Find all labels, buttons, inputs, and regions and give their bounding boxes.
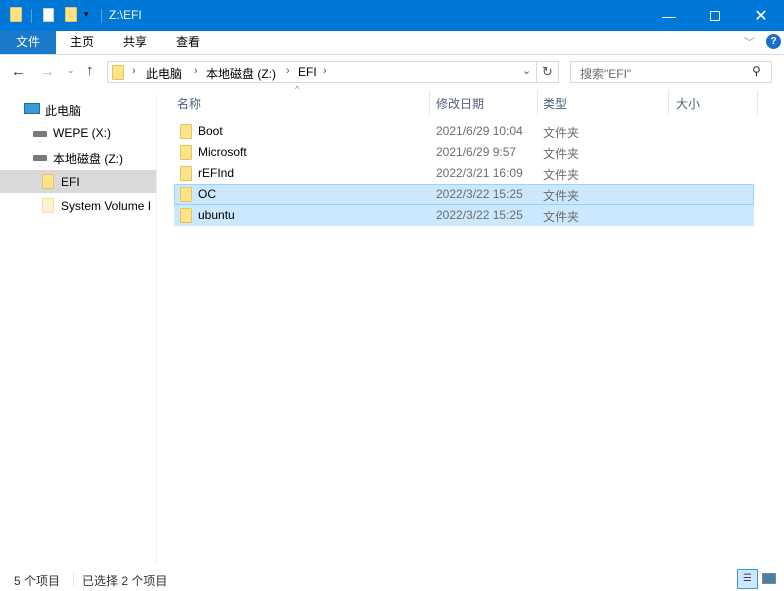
refresh-button[interactable]: ↻ — [537, 61, 559, 83]
nav-item-system-volume[interactable]: System Volume I — [42, 198, 156, 216]
column-header-name[interactable]: 名称 — [177, 95, 201, 112]
computer-icon — [24, 103, 40, 114]
folder-icon — [42, 174, 54, 189]
divider — [101, 9, 102, 23]
file-name: rEFInd — [198, 166, 235, 180]
ribbon-tabs: 文件 主页 共享 查看 ﹀ ? — [0, 31, 784, 55]
drive-icon — [33, 131, 47, 137]
file-name: OC — [198, 187, 216, 201]
divider — [73, 572, 74, 586]
search-icon[interactable]: ⚲ — [752, 64, 761, 78]
folder-icon — [180, 124, 192, 139]
column-header-type[interactable]: 类型 — [543, 95, 567, 112]
file-date: 2021/6/29 9:57 — [436, 145, 517, 159]
nav-label: EFI — [61, 175, 80, 189]
file-name: Boot — [198, 124, 223, 138]
new-file-icon[interactable] — [43, 8, 54, 22]
sort-ascending-icon: ^ — [295, 84, 300, 94]
tab-home[interactable]: 主页 — [60, 31, 104, 54]
file-type: 文件夹 — [543, 147, 580, 161]
folder-icon — [180, 145, 192, 160]
minimize-button[interactable]: — — [646, 0, 692, 31]
file-type: 文件夹 — [543, 168, 580, 182]
folder-icon — [180, 208, 192, 223]
file-name: Microsoft — [198, 145, 247, 159]
quick-access-dropdown-icon[interactable]: ▾ — [84, 9, 89, 20]
back-icon[interactable]: ← — [11, 63, 26, 80]
file-date: 2021/6/29 10:04 — [436, 124, 523, 138]
address-bar[interactable]: › 此电脑 › 本地磁盘 (Z:) › EFI › ⌄ — [107, 61, 537, 83]
nav-label: WEPE (X:) — [53, 126, 112, 140]
divider — [31, 9, 32, 23]
breadcrumb-efi[interactable]: EFI — [298, 65, 317, 79]
file-date: 2022/3/22 15:25 — [436, 187, 523, 201]
folder-icon — [112, 65, 124, 80]
column-header-size[interactable]: 大小 — [676, 95, 700, 112]
file-row[interactable]: Microsoft 2021/6/29 9:57 文件夹 — [174, 142, 754, 163]
close-button[interactable]: ✕ — [738, 0, 784, 31]
drive-icon — [33, 155, 47, 161]
file-date: 2022/3/22 15:25 — [436, 208, 523, 222]
tab-view[interactable]: 查看 — [166, 31, 210, 54]
search-placeholder: 搜索"EFI" — [580, 67, 632, 81]
nav-item-efi[interactable]: EFI — [42, 174, 154, 192]
chevron-right-icon[interactable]: › — [194, 65, 198, 77]
details-view-icon[interactable]: ☰ — [737, 569, 758, 589]
tab-share[interactable]: 共享 — [113, 31, 157, 54]
search-input[interactable]: 搜索"EFI" ⚲ — [570, 61, 772, 83]
column-divider[interactable] — [757, 90, 758, 115]
chevron-right-icon[interactable]: › — [132, 65, 136, 77]
column-header-date[interactable]: 修改日期 — [436, 95, 484, 112]
address-dropdown-icon[interactable]: ⌄ — [522, 64, 531, 77]
large-icons-view-icon[interactable] — [762, 573, 776, 584]
expand-ribbon-icon[interactable]: ﹀ — [744, 34, 755, 50]
window-title: Z:\EFI — [109, 8, 142, 22]
nav-label: 此电脑 — [45, 104, 82, 118]
status-item-count: 5 个项目 — [14, 574, 61, 588]
file-date: 2022/3/21 16:09 — [436, 166, 523, 180]
nav-label: 本地磁盘 (Z:) — [53, 152, 123, 166]
file-type: 文件夹 — [543, 189, 580, 203]
new-folder-icon[interactable] — [65, 7, 77, 22]
nav-label: System Volume I — [61, 199, 152, 213]
up-icon[interactable]: ↑ — [86, 62, 94, 79]
folder-icon — [180, 187, 192, 202]
file-type: 文件夹 — [543, 126, 580, 140]
folder-icon — [10, 7, 22, 22]
recent-locations-icon[interactable]: ⌄ — [67, 65, 75, 76]
chevron-right-icon[interactable]: › — [286, 65, 290, 77]
file-row[interactable]: Boot 2021/6/29 10:04 文件夹 — [174, 121, 754, 142]
column-divider[interactable] — [668, 90, 669, 115]
column-divider[interactable] — [537, 90, 538, 115]
folder-icon — [180, 166, 192, 181]
breadcrumb-this-pc[interactable]: 此电脑 — [146, 65, 182, 82]
file-row-selected[interactable]: ubuntu 2022/3/22 15:25 文件夹 — [174, 205, 754, 226]
file-type: 文件夹 — [543, 210, 580, 224]
navigation-pane: 此电脑 WEPE (X:) 本地磁盘 (Z:) EFI System Volum… — [0, 95, 157, 565]
column-divider[interactable] — [429, 90, 430, 115]
file-row-selected[interactable]: OC 2022/3/22 15:25 文件夹 — [174, 184, 754, 205]
file-row[interactable]: rEFInd 2022/3/21 16:09 文件夹 — [174, 163, 754, 184]
folder-icon — [42, 198, 54, 213]
forward-icon[interactable]: → — [40, 63, 55, 80]
file-name: ubuntu — [198, 208, 235, 222]
status-selected-count: 已选择 2 个项目 — [82, 574, 168, 588]
breadcrumb-drive[interactable]: 本地磁盘 (Z:) — [206, 65, 276, 82]
maximize-button[interactable] — [692, 0, 738, 31]
tab-file[interactable]: 文件 — [0, 31, 56, 54]
chevron-right-icon[interactable]: › — [323, 65, 327, 77]
help-icon[interactable]: ? — [766, 34, 781, 49]
title-bar: ▾ Z:\EFI — ✕ — [0, 0, 784, 31]
